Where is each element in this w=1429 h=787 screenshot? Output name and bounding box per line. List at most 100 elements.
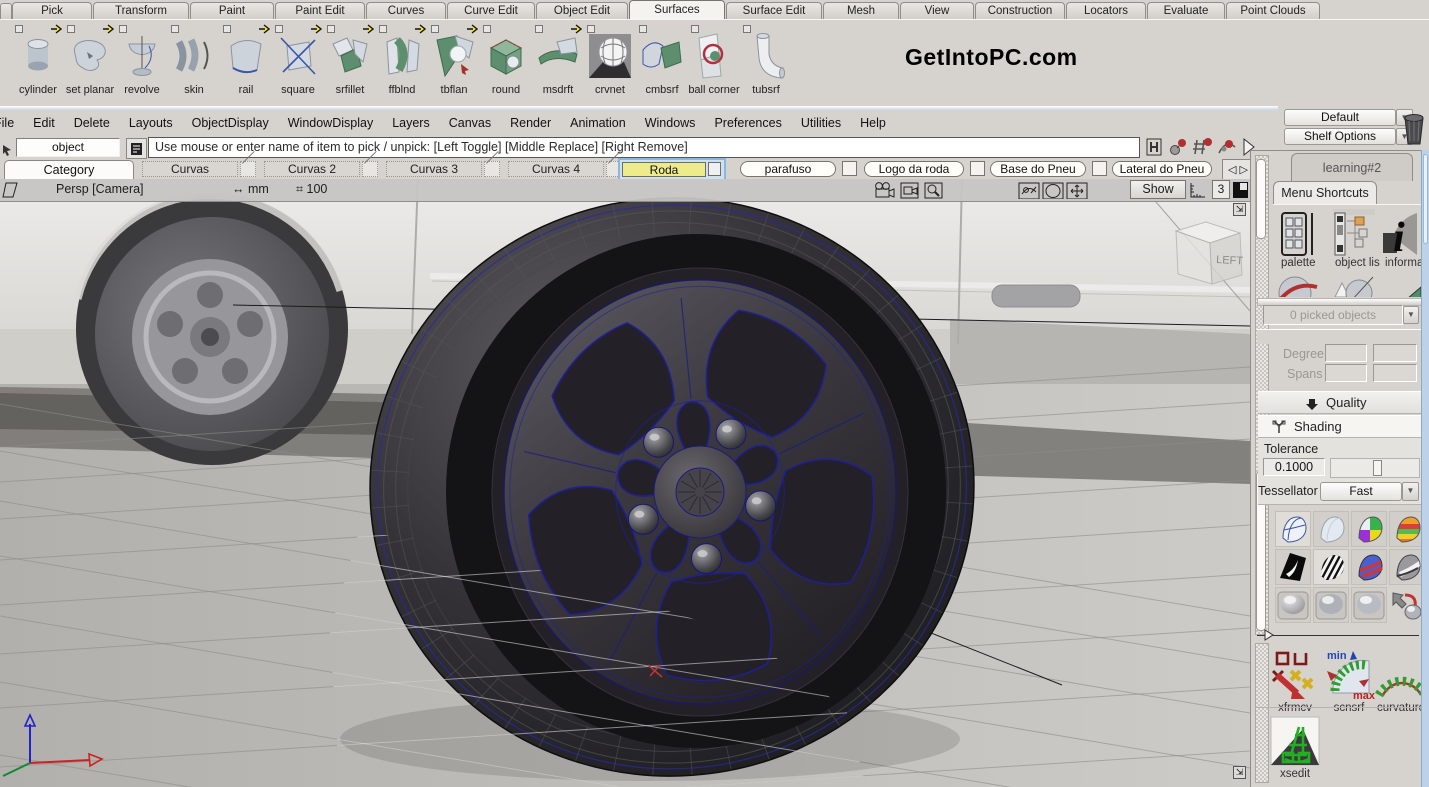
shelf-tab-view[interactable]: View (900, 2, 974, 19)
panel-right-scrollbar[interactable] (1421, 150, 1429, 787)
pane-resize-icon-bottom[interactable]: ⇲ (1233, 766, 1246, 779)
shelf-tab-construction[interactable]: Construction (975, 2, 1065, 19)
shelf-tab-surface-edit[interactable]: Surface Edit (726, 2, 822, 19)
shelf-options-dropdown[interactable]: Shelf Options (1284, 128, 1396, 145)
menu-delete[interactable]: Delete (74, 116, 110, 130)
menu-edit[interactable]: Edit (33, 116, 55, 130)
tolerance-slider[interactable] (1330, 458, 1420, 478)
menu-windowdisplay[interactable]: WindowDisplay (288, 116, 373, 130)
camera-lock-icon[interactable] (900, 181, 920, 199)
layer-roda[interactable]: Roda (622, 162, 706, 177)
perspective-viewport[interactable]: LEFT ⇲ ⇲ (0, 179, 1250, 787)
shelf-tab-curves[interactable]: Curves (366, 2, 446, 19)
menu-layouts[interactable]: Layouts (129, 116, 173, 130)
tumble-icon[interactable] (1018, 181, 1040, 199)
shading-header[interactable]: Shading (1258, 415, 1421, 438)
layer-lateral-do-pneu[interactable]: Lateral do Pneu (1112, 161, 1212, 177)
tool-crvnet[interactable]: crvnet (584, 24, 636, 102)
shelf-tab-paint[interactable]: Paint (190, 2, 274, 19)
shade-wireframe-icon[interactable] (1275, 511, 1311, 547)
tool-tubsrf[interactable]: tubsrf (740, 24, 792, 102)
layer-nav-left-icon[interactable]: ◁ (1228, 163, 1236, 176)
shelf-tab-mesh[interactable]: Mesh (823, 2, 899, 19)
tool-tbflan[interactable]: tbflan (428, 24, 480, 102)
menu-render[interactable]: Render (510, 116, 551, 130)
tool-xsedit[interactable]: xsedit (1269, 715, 1321, 780)
quality-header[interactable]: Quality (1258, 391, 1421, 414)
tessellator-dropdown[interactable]: Fast (1320, 482, 1402, 501)
window-layout-icon[interactable] (1232, 181, 1249, 199)
degree-field-2[interactable] (1373, 344, 1417, 362)
palette-shortcut-icon[interactable] (1279, 211, 1321, 257)
layer-base-checkbox[interactable] (1092, 161, 1107, 176)
pick-object-selector[interactable]: object (16, 138, 120, 157)
layer-logo-da-roda[interactable]: Logo da roda (864, 161, 964, 177)
sphere-button-icon[interactable] (1351, 587, 1387, 623)
tool-rail[interactable]: rail (220, 24, 272, 102)
tool-square[interactable]: square (272, 24, 324, 102)
menu-utilities[interactable]: Utilities (801, 116, 841, 130)
pane-resize-icon-top[interactable]: ⇲ (1233, 203, 1246, 216)
prompt-input[interactable]: Use mouse or enter name of item to pick … (148, 137, 1140, 158)
panel-scrollbar-thumb[interactable] (1256, 159, 1266, 239)
degree-field-1[interactable] (1325, 344, 1367, 362)
shelf-tab-locators[interactable]: Locators (1066, 2, 1146, 19)
shade-mask-icon[interactable] (1275, 549, 1311, 585)
menu-animation[interactable]: Animation (570, 116, 626, 130)
tool-srfillet[interactable]: srfillet (324, 24, 376, 102)
pane-icon[interactable] (2, 181, 18, 199)
tool-cylinder[interactable]: cylinder (12, 24, 64, 102)
shelf-preset-dropdown[interactable]: Default (1284, 109, 1396, 126)
shelf-tab-object-edit[interactable]: Object Edit (536, 2, 628, 19)
menu-preferences[interactable]: Preferences (714, 116, 781, 130)
tool-option-box[interactable] (15, 25, 23, 33)
shade-evaluate-icon[interactable] (1389, 511, 1425, 547)
tool-xfrmcv[interactable]: xfrmcv (1269, 649, 1321, 714)
shelf-tab-point-clouds[interactable]: Point Clouds (1226, 2, 1320, 19)
zoom-magnifier-icon[interactable] (924, 181, 944, 199)
tool-revolve[interactable]: revolve (116, 24, 168, 102)
layer-base-do-pneu[interactable]: Base do Pneu (990, 161, 1086, 177)
tool-skin[interactable]: skin (168, 24, 220, 102)
menu-layers[interactable]: Layers (392, 116, 430, 130)
layer-nav-right-icon[interactable]: ▷ (1240, 163, 1248, 176)
information-shortcut-icon[interactable]: i (1379, 209, 1419, 257)
layer-parafuso-checkbox[interactable] (842, 161, 857, 176)
tool-set-planar[interactable]: set planar (64, 24, 116, 102)
panel-scrollbar-lower[interactable] (1255, 643, 1269, 783)
layer-tab-curvas-3[interactable]: Curvas 3 (386, 161, 482, 177)
sphere-button-icon[interactable] (1313, 587, 1349, 623)
point-snap-icon[interactable] (1168, 137, 1188, 157)
object-list-shortcut-icon[interactable] (1331, 209, 1375, 257)
menu-canvas[interactable]: Canvas (449, 116, 491, 130)
divider-arrow-icon[interactable] (1263, 629, 1275, 641)
shade-chrome-icon[interactable] (1389, 549, 1425, 585)
shelf-tab-curve-edit[interactable]: Curve Edit (447, 2, 535, 19)
layer-tab-curvas-4[interactable]: Curvas 4 (508, 161, 604, 177)
panel-tab-learning[interactable]: learning#2 (1291, 153, 1413, 181)
menu-help[interactable]: Help (860, 116, 886, 130)
picked-objects-arrow[interactable]: ▼ (1403, 306, 1419, 324)
tool-msdrft[interactable]: msdrft (532, 24, 584, 102)
spans-field-2[interactable] (1373, 364, 1417, 382)
viewport-title[interactable]: Persp [Camera] (56, 182, 144, 196)
grid-snap-icon[interactable] (1192, 137, 1212, 157)
camera-icon[interactable] (872, 181, 896, 199)
tool-cmbsrf[interactable]: cmbsrf (636, 24, 688, 102)
tool-scnsrf[interactable]: minmax scnsrf (1323, 649, 1375, 714)
category-button[interactable]: Category (4, 160, 134, 180)
shelf-tab-paint-edit[interactable]: Paint Edit (275, 2, 365, 19)
shortcut-row-clipped[interactable] (1273, 271, 1421, 297)
shelf-tab-pick[interactable]: Pick (12, 2, 92, 19)
count-badge[interactable]: 3 (1212, 180, 1230, 199)
layer-diagonal-icon[interactable] (362, 161, 378, 177)
tool-curvature[interactable]: curvature (1375, 649, 1427, 714)
spans-field-1[interactable] (1325, 364, 1367, 382)
tolerance-slider-thumb[interactable] (1373, 460, 1382, 476)
layer-tab-curvas-2[interactable]: Curvas 2 (264, 161, 360, 177)
sphere-button-icon[interactable] (1275, 587, 1311, 623)
shelf-tab-evaluate[interactable]: Evaluate (1147, 2, 1225, 19)
tessellator-arrow[interactable]: ▼ (1402, 482, 1419, 501)
layer-diagonal-icon[interactable] (240, 161, 256, 177)
panel-tab-menu-shortcuts[interactable]: Menu Shortcuts (1273, 181, 1377, 205)
